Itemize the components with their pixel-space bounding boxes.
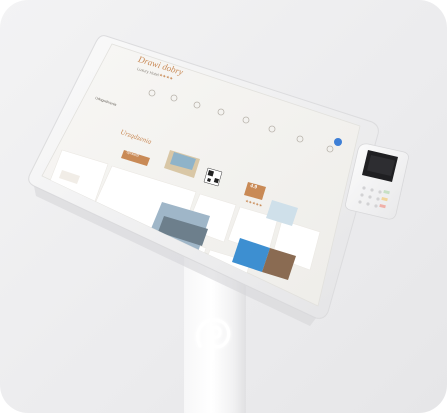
payment-terminal-icon [345,143,409,220]
photo-frame: Drawi dobry Luxury Hotel ★★★★ Udogodnien… [0,0,447,413]
